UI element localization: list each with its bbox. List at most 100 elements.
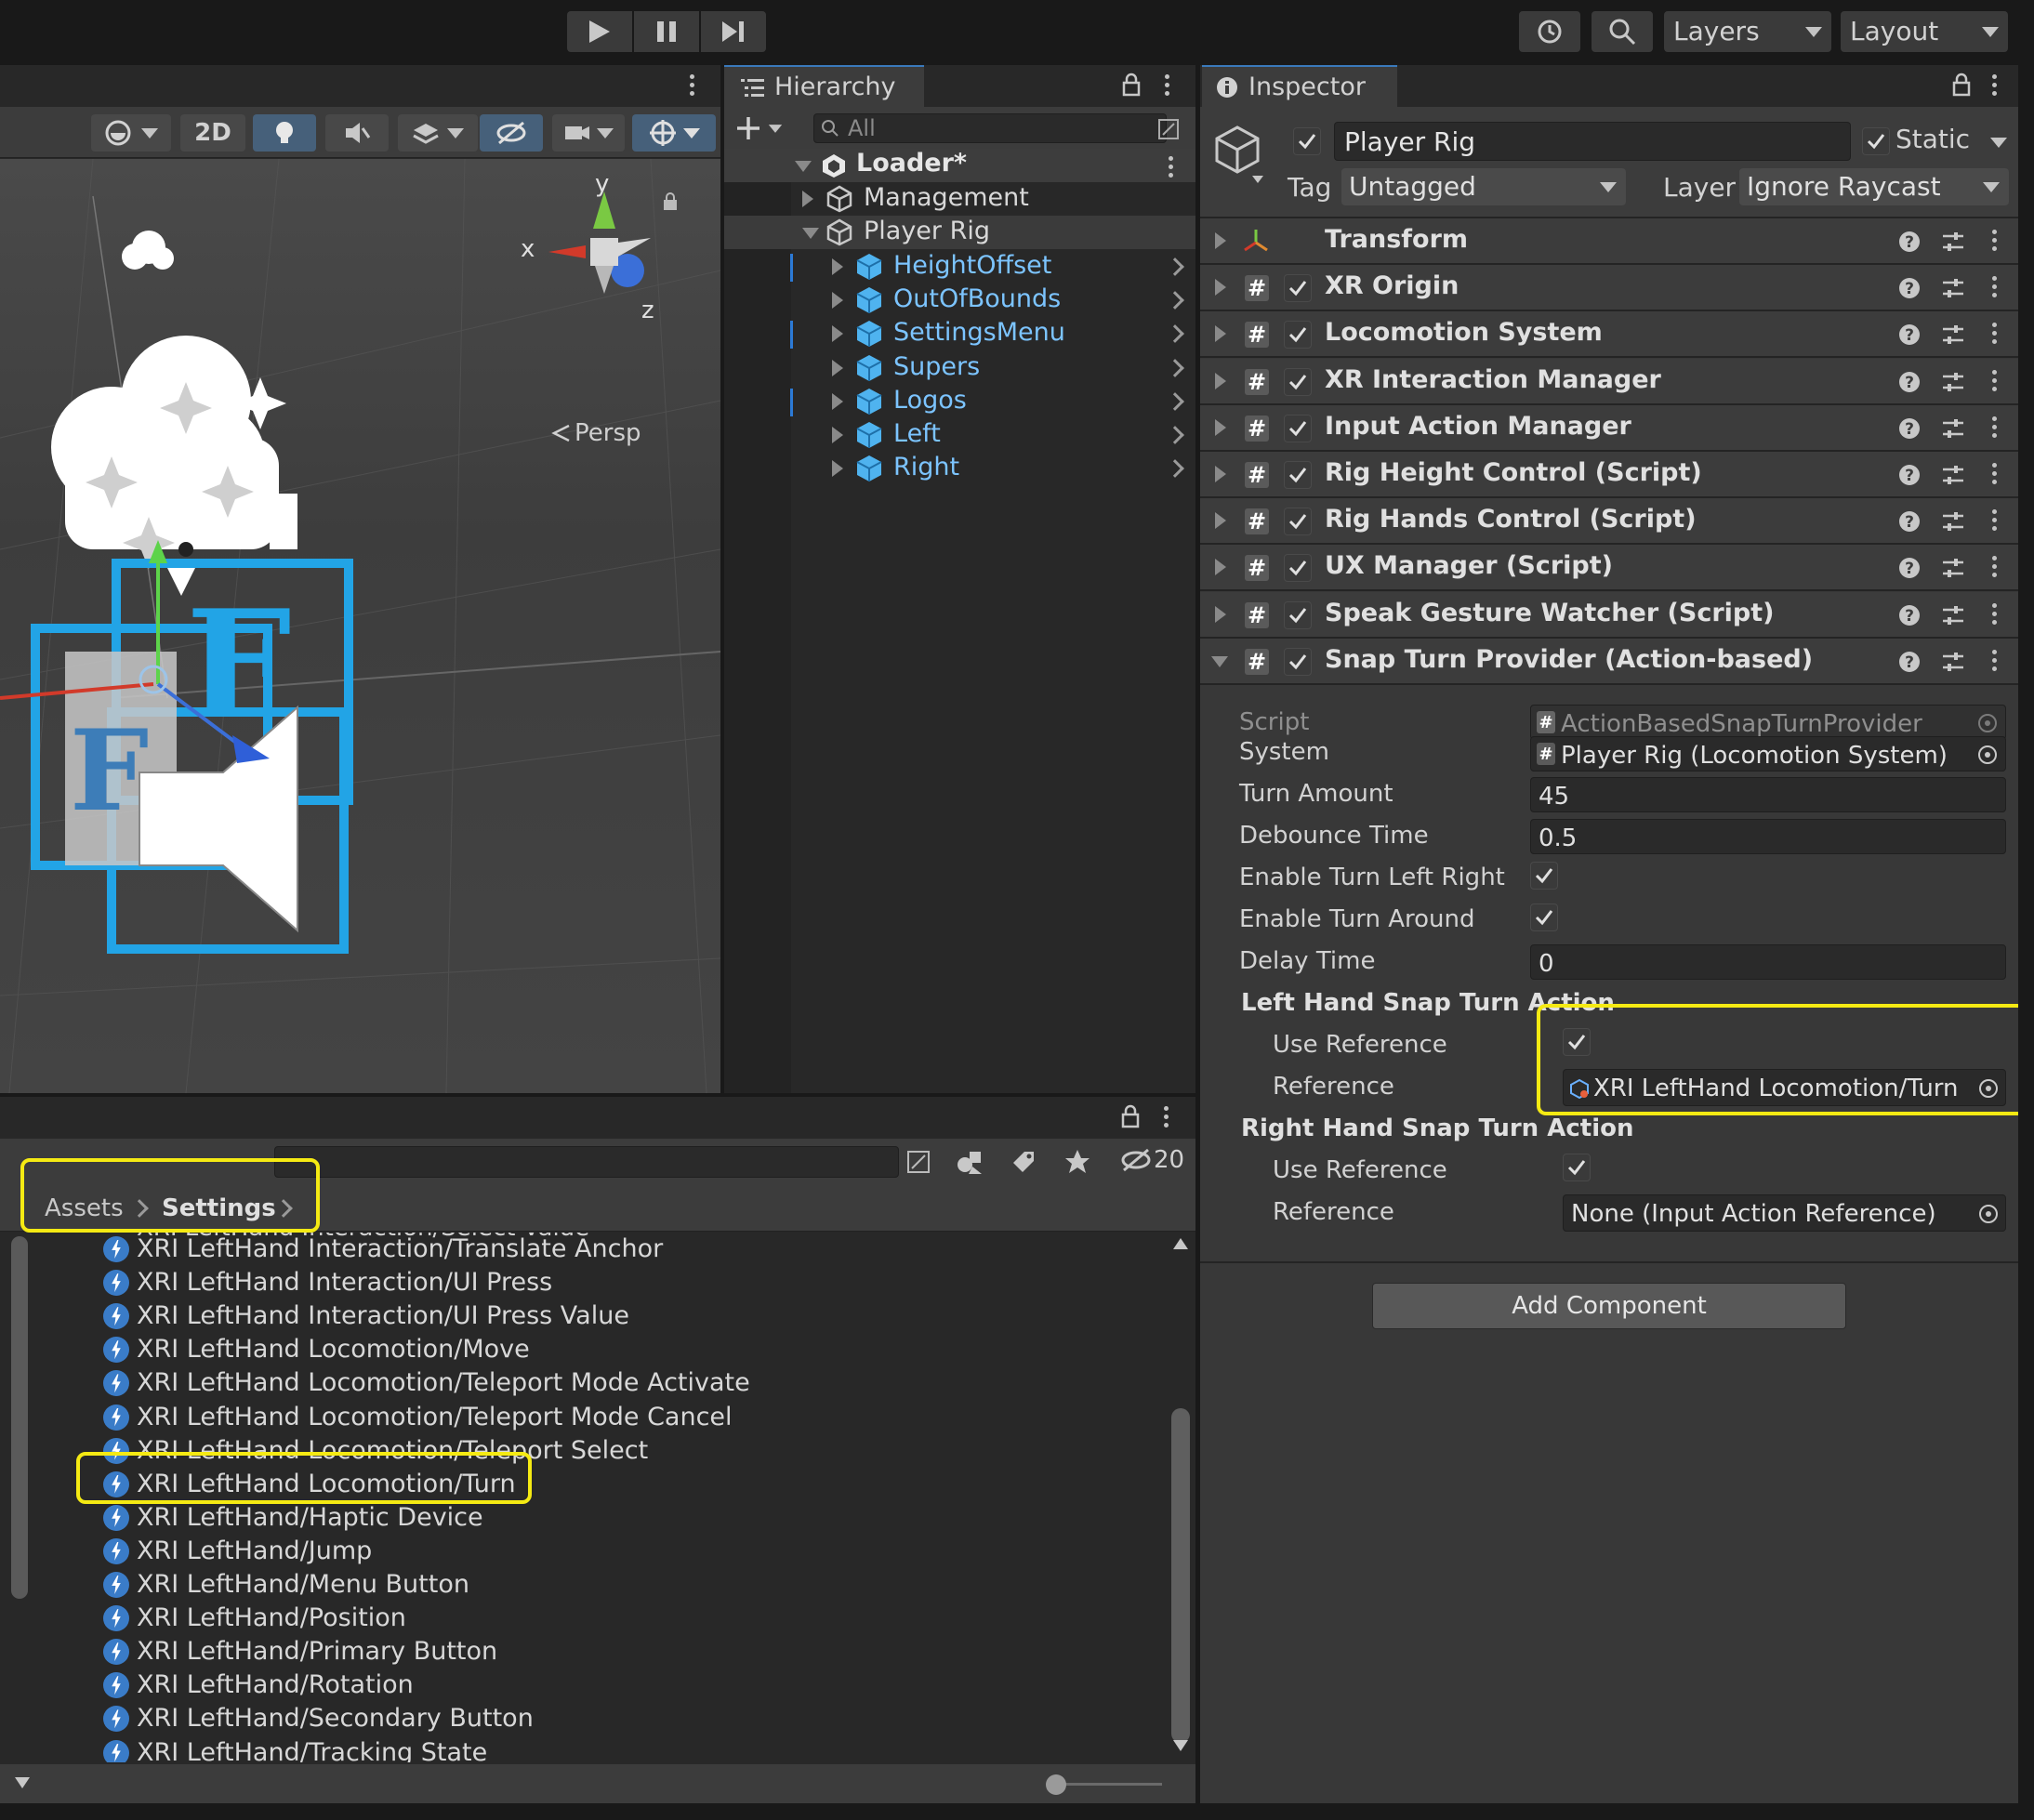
hierarchy-row[interactable]: Player Rig: [724, 216, 1195, 250]
expand-arrow-icon[interactable]: [1215, 512, 1226, 530]
hierarchy-row[interactable]: HeightOffset: [724, 250, 1195, 284]
gameobject-cube-icon[interactable]: [1211, 124, 1267, 185]
chevron-down-icon[interactable]: [1990, 138, 2007, 148]
debounce-time-input[interactable]: 0.5: [1530, 819, 2006, 854]
lock-icon[interactable]: [662, 192, 679, 211]
more-options-icon[interactable]: [1164, 1102, 1169, 1131]
asset-row[interactable]: XRI LeftHand/Position: [33, 1602, 1148, 1635]
shading-mode-button[interactable]: [91, 114, 171, 152]
expand-arrow-icon[interactable]: [802, 191, 813, 207]
expand-arrow-icon[interactable]: [1215, 325, 1226, 343]
scroll-up-arrow-icon[interactable]: [1171, 1236, 1190, 1251]
expand-arrow-icon[interactable]: [832, 291, 843, 309]
component-enabled-checkbox[interactable]: [1284, 367, 1312, 396]
component-menu-icon[interactable]: [1992, 459, 1998, 488]
component-enabled-checkbox[interactable]: [1284, 461, 1312, 489]
help-icon[interactable]: ?: [1897, 556, 1922, 580]
asset-row[interactable]: XRI LeftHand Interaction/Translate Ancho…: [33, 1233, 1148, 1266]
hierarchy-search-input[interactable]: All: [813, 113, 1167, 143]
presets-icon[interactable]: [1940, 463, 1966, 487]
icon-size-slider-track[interactable]: [1055, 1783, 1162, 1786]
enable-turn-left-right-checkbox[interactable]: [1530, 862, 1558, 890]
layout-dropdown[interactable]: Layout: [1841, 11, 2008, 52]
turn-amount-input[interactable]: 45: [1530, 777, 2006, 812]
lock-icon[interactable]: [1120, 1104, 1141, 1128]
presets-icon[interactable]: [1940, 323, 1966, 347]
active-checkbox[interactable]: [1293, 127, 1321, 155]
component-menu-icon[interactable]: [1992, 506, 1998, 534]
help-icon[interactable]: ?: [1897, 276, 1922, 300]
asset-row[interactable]: XRI LeftHand/Secondary Button: [33, 1702, 1148, 1735]
create-button[interactable]: [735, 112, 791, 144]
favorite-star-icon[interactable]: [1063, 1148, 1091, 1176]
expand-arrow-icon[interactable]: [832, 325, 843, 343]
component-header[interactable]: # Locomotion System?: [1200, 311, 2018, 359]
expand-arrow-icon[interactable]: [1215, 559, 1226, 576]
project-scrollbar-thumb[interactable]: [1171, 1408, 1190, 1743]
object-name-input[interactable]: Player Rig: [1334, 122, 1851, 161]
component-header[interactable]: # XR Origin?: [1200, 265, 2018, 312]
icon-size-slider-handle[interactable]: [1046, 1774, 1066, 1795]
history-button[interactable]: [1519, 11, 1580, 52]
expand-arrow-icon[interactable]: [1215, 466, 1226, 482]
lighting-toggle-button[interactable]: [253, 114, 316, 152]
help-icon[interactable]: ?: [1897, 463, 1922, 487]
presets-icon[interactable]: [1940, 556, 1966, 580]
help-icon[interactable]: ?: [1897, 323, 1922, 347]
presets-icon[interactable]: [1940, 416, 1966, 441]
component-menu-icon[interactable]: [1992, 552, 1998, 581]
expand-arrow-icon[interactable]: [795, 161, 812, 172]
scroll-down-arrow-icon[interactable]: [13, 1775, 32, 1790]
help-icon[interactable]: ?: [1897, 230, 1922, 254]
presets-icon[interactable]: [1940, 276, 1966, 300]
asset-row[interactable]: XRI LeftHand/Primary Button: [33, 1635, 1148, 1668]
open-prefab-chevron-icon[interactable]: [1166, 426, 1184, 444]
hierarchy-row-root[interactable]: Loader*: [724, 149, 1195, 182]
component-header[interactable]: # Speak Gesture Watcher (Script)?: [1200, 591, 2018, 639]
asset-row[interactable]: XRI LeftHand/Rotation: [33, 1668, 1148, 1702]
asset-row[interactable]: XRI LeftHand Interaction/UI Press Value: [33, 1299, 1148, 1333]
asset-row[interactable]: XRI LeftHand Locomotion/Teleport Mode Ac…: [33, 1366, 1148, 1400]
inspector-tab[interactable]: Inspector: [1202, 65, 1397, 107]
pause-button[interactable]: [634, 11, 699, 52]
component-header[interactable]: # XR Interaction Manager?: [1200, 358, 2018, 405]
collapse-arrow-icon[interactable]: [1211, 655, 1228, 667]
layers-dropdown[interactable]: Layers: [1664, 11, 1831, 52]
open-prefab-chevron-icon[interactable]: [1166, 391, 1184, 411]
lock-icon[interactable]: [1951, 73, 1972, 97]
presets-icon[interactable]: [1940, 509, 1966, 534]
open-prefab-chevron-icon[interactable]: [1166, 358, 1184, 377]
hierarchy-row[interactable]: Left: [724, 418, 1195, 452]
hierarchy-row[interactable]: SettingsMenu: [724, 317, 1195, 350]
asset-row[interactable]: XRI LeftHand Interaction/UI Press: [33, 1266, 1148, 1299]
filter-by-label-icon[interactable]: [1010, 1148, 1037, 1176]
right-reference-field[interactable]: None (Input Action Reference): [1563, 1194, 2006, 1232]
component-enabled-checkbox[interactable]: [1284, 508, 1312, 536]
hierarchy-row[interactable]: Logos: [724, 385, 1195, 418]
expand-arrow-icon[interactable]: [832, 427, 843, 444]
component-header[interactable]: # Rig Height Control (Script)?: [1200, 452, 2018, 498]
open-prefab-chevron-icon[interactable]: [1166, 459, 1184, 479]
help-icon[interactable]: ?: [1897, 603, 1922, 627]
asset-row[interactable]: XRI LeftHand/Tracking State: [33, 1736, 1148, 1762]
search-button[interactable]: [1592, 11, 1653, 52]
filter-by-type-icon[interactable]: [956, 1148, 984, 1176]
scroll-down-arrow-icon[interactable]: [1171, 1738, 1190, 1753]
effects-toggle-button[interactable]: [398, 114, 478, 152]
more-options-icon[interactable]: [1992, 71, 1998, 99]
presets-icon[interactable]: [1940, 650, 1966, 674]
expand-arrow-icon[interactable]: [1215, 418, 1226, 436]
project-search-input[interactable]: [274, 1146, 899, 1178]
object-picker-icon[interactable]: [1978, 1204, 1999, 1224]
component-enabled-checkbox[interactable]: [1284, 647, 1312, 676]
help-icon[interactable]: ?: [1897, 509, 1922, 534]
open-prefab-chevron-icon[interactable]: [1166, 324, 1184, 344]
scene-search-icon[interactable]: [906, 1150, 932, 1174]
expand-arrow-icon[interactable]: [832, 460, 843, 478]
hierarchy-row[interactable]: OutOfBounds: [724, 284, 1195, 317]
lock-icon[interactable]: [1121, 73, 1142, 97]
presets-icon[interactable]: [1940, 603, 1966, 627]
system-field[interactable]: # Player Rig (Locomotion System): [1530, 736, 2006, 772]
hidden-packages-toggle[interactable]: 20: [1120, 1146, 1184, 1174]
component-menu-icon[interactable]: [1992, 226, 1998, 255]
